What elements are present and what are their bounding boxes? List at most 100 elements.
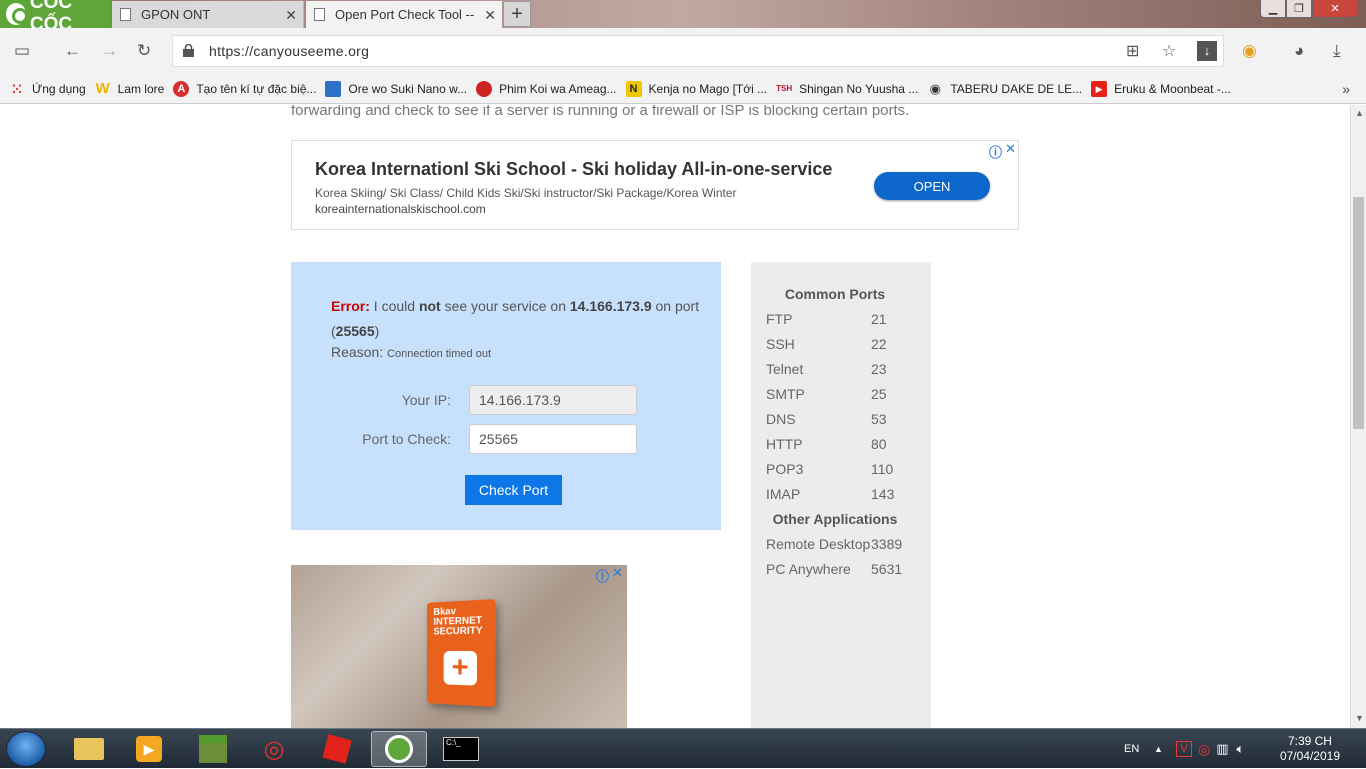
scrollbar-thumb[interactable]	[1353, 197, 1364, 429]
coccoc-extension-icon[interactable]: ◉	[1242, 40, 1257, 62]
media-player-icon[interactable]: ▶	[121, 731, 177, 767]
port-row: SSH 22	[766, 336, 916, 352]
tab-open-port-check[interactable]: Open Port Check Tool -- \ ✕	[306, 1, 502, 28]
ad-open-button[interactable]: OPEN	[874, 172, 990, 200]
maximize-button[interactable]: ❐	[1286, 0, 1312, 18]
error-text: I could	[369, 298, 419, 314]
ad-domain[interactable]: koreainternationalskischool.com	[315, 202, 486, 216]
url-text: https://canyouseeme.org	[209, 43, 370, 59]
bookmark-item[interactable]: Phim Koi wa Ameag...	[476, 80, 617, 97]
check-port-button[interactable]: Check Port	[465, 475, 562, 505]
translate-icon[interactable]: ⊞	[1126, 41, 1139, 61]
bookmark-item[interactable]: ▶ Eruku & Moonbeat -...	[1091, 80, 1231, 97]
book-icon	[325, 80, 342, 97]
scroll-up-icon[interactable]: ▲	[1355, 108, 1364, 118]
bookmark-item[interactable]: N Kenja no Mago [Tới ...	[625, 80, 767, 97]
bookmarks-bar: ⁙ Ứng dụng W Lam lore A Tạo tên kí tự đặ…	[0, 74, 1366, 104]
port-number: 5631	[871, 561, 903, 577]
port-name: Telnet	[766, 361, 804, 377]
close-tab-icon[interactable]: ✕	[285, 7, 297, 24]
port-name: FTP	[766, 311, 793, 327]
windows-taskbar: ▶ ◎ C:\_ EN ▲ V ◎ ▥ 🔈︎ 7:39 CH 07/04/201…	[0, 728, 1366, 768]
minimize-button[interactable]: ▁	[1260, 0, 1286, 18]
port-row: PC Anywhere 5631	[766, 561, 916, 577]
youtube-icon: ▶	[1091, 80, 1108, 97]
port-row: HTTP 80	[766, 436, 916, 452]
language-indicator[interactable]: EN	[1124, 729, 1139, 769]
bookmark-item[interactable]: ◉ TABERU DAKE DE LE...	[927, 81, 1082, 97]
address-bar[interactable]: https://canyouseeme.org ⊞ ☆ ↓	[172, 35, 1224, 67]
start-button[interactable]	[6, 731, 46, 767]
page-scrollbar[interactable]: ▲ ▼	[1350, 105, 1366, 728]
close-ad-icon[interactable]: ✕	[612, 565, 623, 581]
volume-icon[interactable]: 🔈︎	[1237, 741, 1245, 757]
ad-headline[interactable]: Korea Internationl Ski School - Ski holi…	[315, 159, 832, 180]
error-message: Error: I could not see your service on 1…	[331, 294, 701, 344]
port-to-check-input[interactable]	[469, 424, 637, 454]
port-number: 22	[871, 336, 887, 352]
bookmark-apps[interactable]: ⁙ Ứng dụng	[9, 81, 86, 97]
bookmark-item[interactable]: A Tạo tên kí tự đặc biệ...	[173, 80, 316, 97]
new-tab-button[interactable]: +	[503, 1, 531, 27]
port-name: POP3	[766, 461, 804, 477]
back-icon[interactable]: ←	[64, 40, 81, 62]
bookmark-item[interactable]: Ore wo Suki Nano w...	[325, 80, 468, 97]
file-explorer-icon[interactable]	[61, 731, 117, 767]
close-ad-icon[interactable]: ✕	[1005, 141, 1016, 157]
garena-tray-icon[interactable]: ◎	[1198, 741, 1210, 758]
error-ip: 14.166.173.9	[569, 298, 652, 314]
port-number: 80	[871, 436, 887, 452]
close-window-button[interactable]: ✕	[1312, 0, 1358, 18]
other-apps-title: Other Applications	[772, 511, 898, 527]
roblox-icon[interactable]	[309, 731, 365, 767]
network-icon[interactable]: ▥	[1216, 741, 1228, 757]
bookmark-item[interactable]: TSH Shingan No Yuusha ...	[776, 81, 918, 97]
coccoc-menu-button[interactable]: CỐC CỐC	[0, 0, 111, 35]
profile-icon[interactable]: ◕	[1294, 40, 1304, 62]
coccoc-taskbar-icon[interactable]	[371, 731, 427, 767]
sidebar-icon[interactable]: ▭	[14, 40, 30, 62]
download-page-icon[interactable]: ↓	[1197, 41, 1217, 61]
error-not: not	[418, 298, 441, 314]
vietkey-icon[interactable]: V	[1176, 741, 1192, 757]
reason: Reason: Connection timed out	[331, 344, 491, 360]
ad-banner-bottom[interactable]: ⓘ ✕ Bkav INTERNET SECURITY +	[291, 565, 627, 728]
adchoices-icon[interactable]: ⓘ	[596, 566, 609, 585]
w-logo-icon: W	[95, 79, 110, 97]
port-name: IMAP	[766, 486, 801, 502]
tab-gpon-ont[interactable]: GPON ONT ✕	[112, 1, 304, 28]
ad-banner-top[interactable]: ⓘ ✕ Korea Internationl Ski School - Ski …	[291, 140, 1019, 230]
bookmark-item[interactable]: W Lam lore	[95, 79, 165, 97]
clock[interactable]: 7:39 CH 07/04/2019	[1280, 734, 1340, 764]
coccoc-logo-icon	[6, 3, 28, 25]
bookmark-star-icon[interactable]: ☆	[1162, 41, 1176, 61]
port-name: PC Anywhere	[766, 561, 851, 577]
adchoices-icon[interactable]: ⓘ	[989, 142, 1002, 161]
cmd-icon[interactable]: C:\_	[433, 731, 489, 767]
bookmark-label: Shingan No Yuusha ...	[799, 81, 919, 96]
more-bookmarks-icon[interactable]: »	[1342, 81, 1350, 97]
title-bar: CỐC CỐC GPON ONT ✕ Open Port Check Tool …	[0, 0, 1366, 35]
common-ports-title: Common Ports	[784, 286, 886, 302]
close-tab-icon[interactable]: ✕	[484, 7, 496, 24]
port-row: IMAP 143	[766, 486, 916, 502]
clock-date: 07/04/2019	[1279, 749, 1340, 763]
plus-shield-icon: +	[443, 650, 477, 686]
downloads-icon[interactable]: ⤓	[1333, 40, 1341, 62]
port-to-check-label: Port to Check:	[362, 431, 451, 447]
error-text: )	[374, 323, 380, 339]
your-ip-field[interactable]	[469, 385, 637, 415]
port-row: DNS 53	[766, 411, 916, 427]
scroll-down-icon[interactable]: ▼	[1355, 713, 1364, 723]
garena-icon[interactable]: ◎	[246, 731, 302, 767]
intro-text: forwarding and check to see if a server …	[291, 105, 910, 119]
minecraft-icon[interactable]	[185, 731, 241, 767]
show-hidden-icons-icon[interactable]: ▲	[1154, 729, 1163, 769]
forward-icon[interactable]: →	[101, 40, 118, 62]
port-number: 21	[871, 311, 887, 327]
bookmark-label: Ore wo Suki Nano w...	[348, 81, 468, 96]
port-name: HTTP	[766, 436, 803, 452]
port-row: Telnet 23	[766, 361, 916, 377]
reload-icon[interactable]: ↻	[137, 40, 151, 62]
port-number: 3389	[871, 536, 903, 552]
